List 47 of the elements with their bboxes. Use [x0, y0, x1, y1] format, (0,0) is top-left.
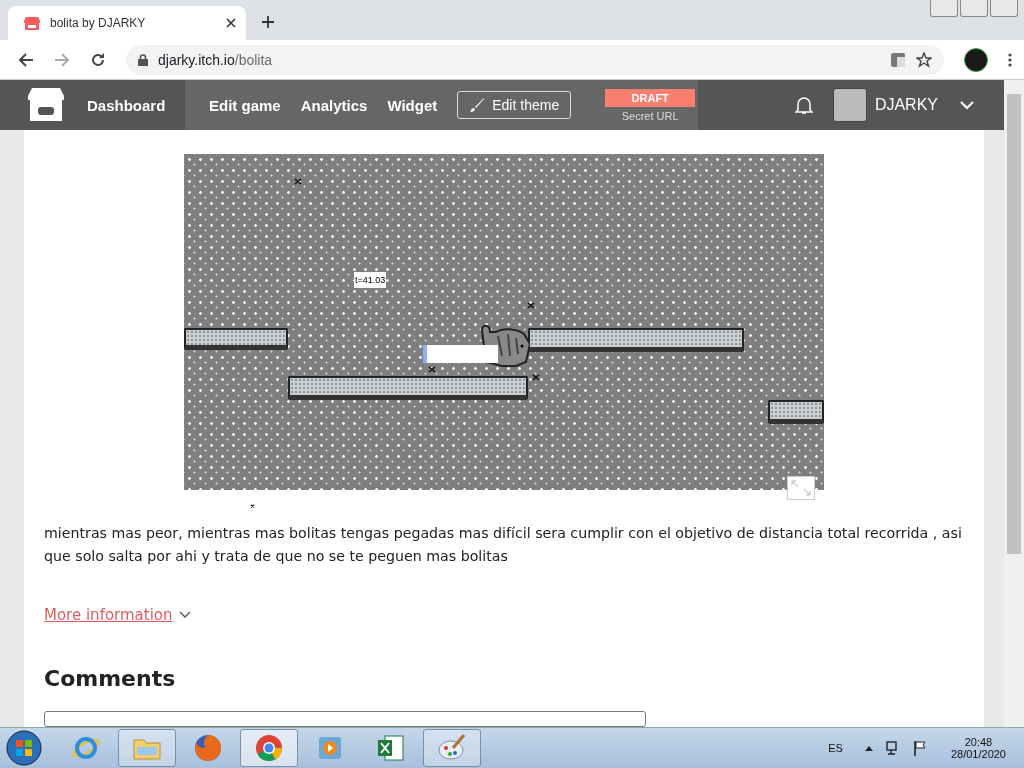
store-logo-icon[interactable]	[27, 87, 65, 123]
bell-icon[interactable]	[794, 95, 813, 115]
comments-heading: Comments	[44, 666, 177, 692]
nav-link[interactable]: Widget	[387, 96, 438, 114]
draft-badge: DRAFT	[605, 88, 696, 107]
brush-icon	[469, 97, 486, 113]
ball-sprite-icon	[527, 302, 535, 309]
nav-link[interactable]: Edit game	[209, 96, 281, 114]
ball-sprite-icon	[294, 178, 302, 185]
more-information-link[interactable]: More information	[44, 606, 173, 625]
clock-date[interactable]: 28/01/2020	[950, 748, 1006, 760]
scrollbar[interactable]	[1004, 80, 1024, 727]
lock-icon	[138, 53, 148, 66]
close-icon[interactable]	[226, 18, 236, 28]
window-controls[interactable]	[930, 0, 1018, 17]
language-indicator[interactable]: ES	[828, 742, 843, 754]
game-canvas[interactable]: t=41.03	[184, 154, 824, 490]
edit-theme-button[interactable]: Edit theme	[457, 91, 572, 119]
caret-up-icon[interactable]	[864, 745, 873, 751]
flag-icon[interactable]	[912, 740, 927, 756]
browser-tab[interactable]: bolita by DJARKY	[8, 6, 246, 40]
user-avatar[interactable]	[832, 88, 867, 122]
profile-avatar[interactable]	[964, 47, 988, 72]
ball-sprite-icon	[532, 374, 540, 381]
address-field[interactable]: djarky.itch.io/bolita	[126, 44, 944, 75]
timer-label: t=41.03	[354, 272, 387, 288]
reload-icon[interactable]	[90, 51, 106, 68]
star-icon[interactable]	[916, 51, 932, 68]
nav-link[interactable]: Analytics	[300, 96, 368, 114]
sprite-mark-icon	[249, 504, 256, 509]
comment-field[interactable]	[44, 711, 646, 727]
taskbar-palette-icon[interactable]	[423, 729, 481, 767]
secret-url-link[interactable]: Secret URL	[621, 109, 679, 122]
clock-time[interactable]: 20:48	[964, 736, 993, 748]
menu-icon[interactable]	[1008, 52, 1012, 67]
dashboard-link[interactable]: Dashboard	[87, 96, 166, 114]
tab-title: bolita by DJARKY	[50, 16, 147, 30]
platform-drawing	[768, 400, 824, 424]
game-description: mientras mas peor, mientras mas bolitas tengas pegadas mas difícil sera cumplir con el objetivo de distancia total recorrida , asi que solo salta por ahi y trata de que no se te peguen mas bolitas	[44, 524, 963, 567]
chevron-down-icon[interactable]	[178, 611, 191, 620]
username[interactable]: DJARKY	[874, 96, 938, 114]
store-icon	[24, 16, 40, 30]
ball-sprite-icon	[428, 366, 436, 373]
taskbar-chrome-icon[interactable]	[240, 729, 298, 767]
back-icon[interactable]	[18, 51, 34, 68]
new-tab-icon[interactable]	[262, 16, 274, 28]
start-button[interactable]	[5, 729, 43, 767]
